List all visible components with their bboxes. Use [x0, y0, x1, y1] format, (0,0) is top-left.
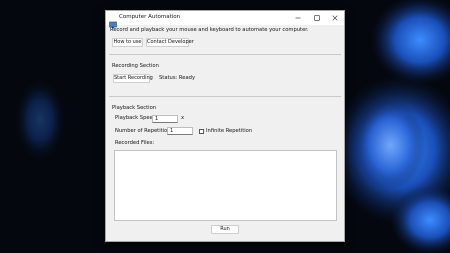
window-title: Computer Automation	[119, 14, 181, 20]
title-bar[interactable]: Computer Automation	[106, 11, 344, 29]
run-button[interactable]: Run	[211, 225, 239, 234]
infinite-repetition-checkbox[interactable]	[199, 129, 204, 134]
how-to-use-button[interactable]: How to use	[112, 38, 143, 47]
playback-speed-input[interactable]: 1	[152, 115, 178, 123]
close-button[interactable]	[326, 11, 344, 25]
recording-section-title: Recording Section	[112, 63, 159, 69]
speed-unit-label: x	[181, 115, 185, 121]
start-recording-button[interactable]: Start Recording	[113, 74, 153, 83]
app-description: Record and playback your mouse and keybo…	[110, 27, 309, 33]
minimize-button[interactable]	[289, 11, 307, 25]
status-label: Status: Ready	[159, 75, 196, 81]
recorded-files-list[interactable]	[114, 150, 337, 221]
maximize-icon	[314, 15, 320, 21]
window-app-icon	[109, 14, 117, 29]
close-icon	[332, 15, 338, 21]
playback-section-title: Playback Section	[112, 105, 157, 111]
separator	[109, 96, 341, 97]
recorded-files-label: Recorded Files:	[115, 140, 155, 146]
separator	[109, 54, 341, 55]
minimize-icon	[295, 17, 301, 19]
maximize-button[interactable]	[308, 11, 326, 25]
infinite-repetition-label: Infinite Repetition	[206, 128, 253, 134]
repetitions-input[interactable]: 1	[167, 127, 193, 135]
contact-developer-button[interactable]: Contact Developer	[146, 38, 194, 47]
app-window: Computer Automation Record and playback …	[105, 10, 345, 242]
